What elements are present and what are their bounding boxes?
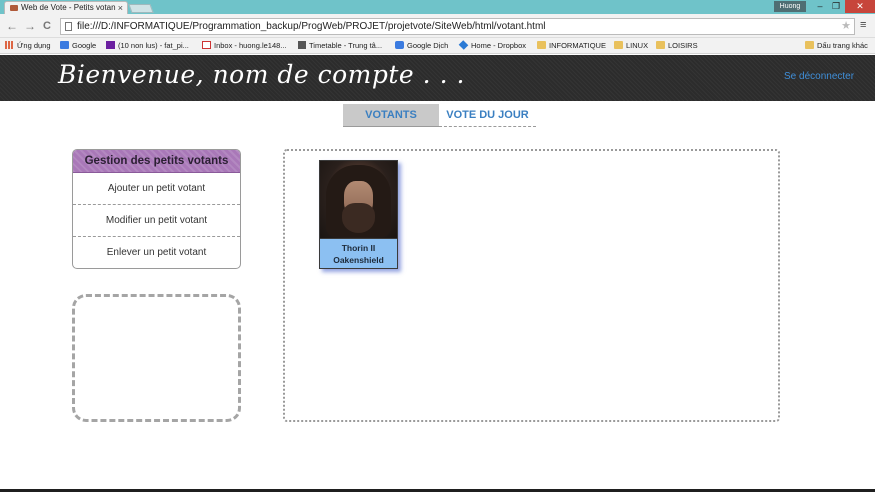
- voter-management-menu: Gestion des petits votants Ajouter un pe…: [72, 149, 241, 269]
- browser-user-badge[interactable]: Huong: [774, 1, 806, 12]
- maximize-icon[interactable]: ❐: [829, 0, 843, 13]
- browser-tab-title: Web de Vote - Petits votan: [21, 3, 116, 12]
- minimize-icon[interactable]: –: [813, 0, 827, 13]
- welcome-title: Bienvenue, nom de compte . . .: [58, 60, 465, 89]
- bookmark-label: Google Dịch: [407, 41, 449, 50]
- logout-link[interactable]: Se déconnecter: [784, 71, 854, 82]
- folder-icon: [805, 41, 814, 49]
- menu-heading: Gestion des petits votants: [73, 150, 240, 173]
- page-icon: [65, 22, 72, 31]
- voter-name-line1: Thorin II: [341, 243, 376, 253]
- photo-beard: [342, 203, 375, 233]
- voter-name-line2: Oakenshield: [333, 255, 384, 265]
- browser-titlebar: Web de Vote - Petits votan × Huong – ❐ ✕: [0, 0, 875, 14]
- new-tab-button[interactable]: [128, 4, 154, 13]
- bookmark-item[interactable]: Timetable - Trung tâ...: [298, 40, 382, 52]
- bookmark-label: Home - Dropbox: [471, 41, 527, 50]
- back-arrow-icon[interactable]: ←: [6, 19, 18, 33]
- bookmark-label: Google: [72, 41, 97, 50]
- bookmarks-bar: Ứng dụng Google (10 non lus) - fat_pi...…: [0, 38, 875, 54]
- folder-icon: [614, 41, 623, 49]
- tab-close-icon[interactable]: ×: [118, 2, 123, 14]
- bookmark-item[interactable]: LOISIRS: [656, 40, 698, 52]
- bookmark-item[interactable]: Google: [60, 40, 96, 52]
- tab-vote-du-jour[interactable]: VOTE DU JOUR: [439, 104, 536, 127]
- site-favicon-icon: [10, 5, 18, 11]
- folder-icon: [656, 41, 665, 49]
- voter-photo: [320, 161, 397, 238]
- empty-panel: [72, 294, 241, 422]
- browser-tab[interactable]: Web de Vote - Petits votan ×: [4, 1, 128, 14]
- site-header: Bienvenue, nom de compte . . . Se déconn…: [0, 55, 875, 101]
- browser-toolbar: ← → C file:///D:/INFORMATIQUE/Programmat…: [0, 14, 875, 38]
- bookmark-item[interactable]: Inbox - huong.le148...: [202, 40, 287, 52]
- browser-menu-icon[interactable]: ≡: [860, 19, 866, 31]
- remove-voter-item[interactable]: Enlever un petit votant: [73, 237, 240, 268]
- dropbox-icon: [458, 40, 469, 50]
- address-bar[interactable]: file:///D:/INFORMATIQUE/Programmation_ba…: [60, 18, 855, 35]
- bookmark-item[interactable]: Ứng dụng: [5, 40, 51, 52]
- bookmark-item[interactable]: Google Dịch: [395, 40, 448, 52]
- edit-voter-item[interactable]: Modifier un petit votant: [73, 205, 240, 237]
- bookmark-item[interactable]: INFORMATIQUE: [537, 40, 606, 52]
- voter-card[interactable]: Thorin II Oakenshield: [319, 160, 398, 269]
- apps-icon: [5, 41, 14, 49]
- bookmark-label: Timetable - Trung tâ...: [309, 41, 383, 50]
- bookmark-label: INFORMATIQUE: [549, 41, 606, 50]
- bookmark-item[interactable]: Home - Dropbox: [458, 40, 527, 52]
- bookmark-label: Inbox - huong.le148...: [214, 41, 287, 50]
- forward-arrow-icon[interactable]: →: [24, 19, 36, 33]
- bookmark-item[interactable]: LINUX: [614, 40, 648, 52]
- folder-icon: [537, 41, 546, 49]
- google-icon: [60, 41, 69, 49]
- other-bookmarks[interactable]: Dấu trang khác: [805, 40, 868, 52]
- bookmark-star-icon[interactable]: ★: [841, 19, 851, 34]
- bookmark-label: (10 non lus) - fat_pi...: [118, 41, 189, 50]
- bookmark-label: Dấu trang khác: [817, 41, 868, 50]
- url-text: file:///D:/INFORMATIQUE/Programmation_ba…: [77, 21, 546, 32]
- close-window-icon[interactable]: ✕: [845, 0, 875, 13]
- reload-icon[interactable]: C: [43, 19, 51, 33]
- gmail-icon: [202, 41, 211, 49]
- bookmark-label: LOISIRS: [668, 41, 698, 50]
- tab-votants[interactable]: VOTANTS: [343, 104, 439, 127]
- add-voter-item[interactable]: Ajouter un petit votant: [73, 173, 240, 205]
- bookmark-item[interactable]: (10 non lus) - fat_pi...: [106, 40, 189, 52]
- yahoo-mail-icon: [106, 41, 115, 49]
- timetable-icon: [298, 41, 306, 49]
- voter-name: Thorin II Oakenshield: [320, 238, 397, 269]
- google-translate-icon: [395, 41, 404, 49]
- bookmark-label: LINUX: [626, 41, 649, 50]
- bookmark-label: Ứng dụng: [17, 41, 51, 50]
